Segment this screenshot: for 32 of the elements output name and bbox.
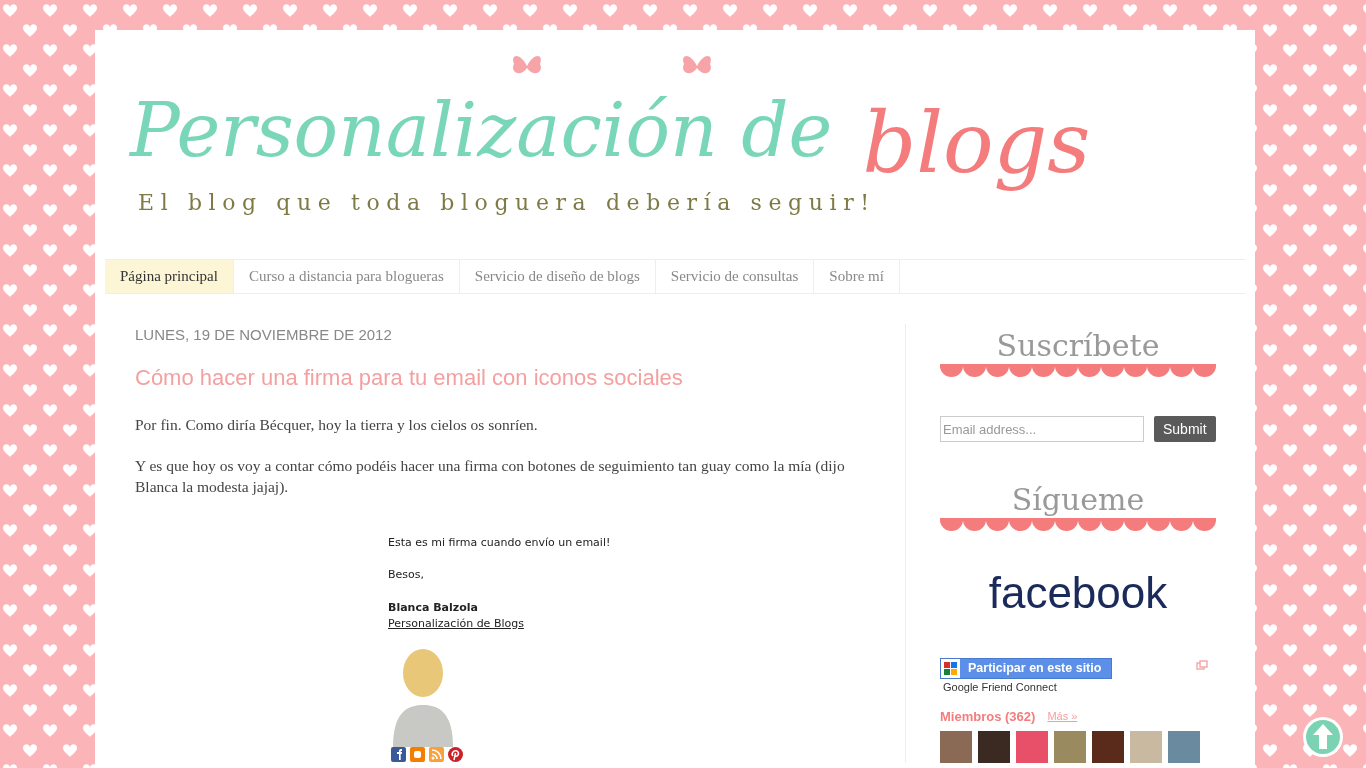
post-date: LUNES, 19 DE NOVIEMBRE DE 2012 bbox=[135, 325, 393, 345]
facebook-link[interactable]: facebook bbox=[940, 568, 1216, 618]
post-paragraph: Por fin. Como diría Bécquer, hoy la tierra y los cielos os sonríen. bbox=[135, 414, 539, 435]
member-avatar[interactable] bbox=[1130, 731, 1162, 763]
blog-title: Personalización de bbox=[130, 86, 833, 175]
google-logo-icon bbox=[941, 659, 960, 678]
gfc-caption: Google Friend Connect bbox=[943, 680, 1058, 695]
widget-heading: Sígueme bbox=[1010, 482, 1146, 518]
member-avatar[interactable] bbox=[978, 731, 1010, 763]
email-field[interactable]: Email address... bbox=[940, 416, 1144, 442]
popout-icon[interactable] bbox=[1196, 660, 1208, 670]
members-label: Miembros (362) bbox=[940, 707, 1036, 726]
scallop-border-icon bbox=[940, 364, 1216, 378]
post-title[interactable]: Cómo hacer una firma para tu email con iconos sociales bbox=[135, 360, 885, 394]
nav-tab[interactable]: Página principal bbox=[105, 260, 234, 293]
signature-intro: Esta es mi firma cuando envío un email! bbox=[388, 534, 612, 551]
member-avatar[interactable] bbox=[1054, 731, 1086, 763]
gfc-join-button[interactable]: Participar en este sitio bbox=[940, 658, 1113, 679]
member-avatar[interactable] bbox=[1016, 731, 1048, 763]
scroll-top-icon[interactable] bbox=[1302, 716, 1344, 758]
member-avatar[interactable] bbox=[1168, 731, 1200, 763]
pinterest-icon[interactable] bbox=[448, 746, 463, 762]
signature-name: Blanca Balzola bbox=[388, 599, 479, 616]
member-avatar[interactable] bbox=[1092, 731, 1124, 763]
more-link[interactable]: Más » bbox=[1047, 708, 1078, 725]
post-paragraph: Y es que hoy os voy a contar cómo podéis hacer una firma con botones de seguimiento tan guay como la mía (dijo Blanca la modesta jajaj). bbox=[135, 455, 846, 497]
scallop-border-icon bbox=[940, 518, 1216, 532]
submit-button[interactable]: Submit bbox=[1154, 416, 1216, 442]
widget-heading: Suscríbete bbox=[995, 328, 1161, 364]
signature-greeting: Besos, bbox=[388, 567, 425, 583]
member-avatar[interactable] bbox=[940, 731, 972, 763]
signature-link[interactable]: Personalización de Blogs bbox=[388, 617, 524, 630]
